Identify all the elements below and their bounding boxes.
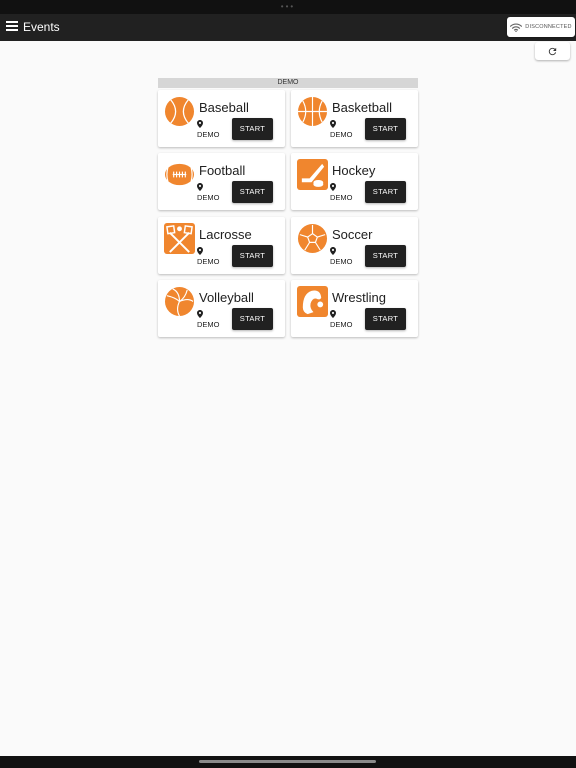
event-card-lacrosse[interactable]: Lacrosse DEMO START bbox=[158, 217, 285, 274]
event-name: Soccer bbox=[332, 227, 373, 242]
connection-status-label: DISCONNECTED bbox=[525, 24, 572, 30]
menu-icon[interactable] bbox=[6, 21, 18, 31]
lacrosse-icon bbox=[164, 223, 195, 254]
event-location: DEMO bbox=[197, 130, 220, 139]
football-icon bbox=[164, 163, 195, 186]
soccer-icon bbox=[297, 223, 328, 254]
event-location: DEMO bbox=[197, 257, 220, 266]
location-pin-icon bbox=[330, 183, 336, 191]
group-header: DEMO bbox=[158, 78, 418, 88]
start-button[interactable]: START bbox=[365, 245, 406, 267]
event-location: DEMO bbox=[330, 257, 353, 266]
start-button[interactable]: START bbox=[232, 245, 273, 267]
start-button[interactable]: START bbox=[365, 181, 406, 203]
event-location: DEMO bbox=[197, 193, 220, 202]
wifi-icon bbox=[510, 22, 523, 32]
home-indicator-bar bbox=[0, 756, 576, 768]
start-button[interactable]: START bbox=[232, 181, 273, 203]
event-name: Football bbox=[199, 163, 246, 178]
location-pin-icon bbox=[197, 120, 203, 128]
event-location: DEMO bbox=[330, 320, 353, 329]
event-card-football[interactable]: Football DEMO START bbox=[158, 153, 285, 210]
event-card-hockey[interactable]: Hockey DEMO START bbox=[291, 153, 418, 210]
home-indicator[interactable] bbox=[199, 760, 376, 763]
refresh-button[interactable] bbox=[535, 42, 570, 60]
refresh-icon bbox=[548, 47, 557, 55]
event-card-volleyball[interactable]: Volleyball DEMO START bbox=[158, 280, 285, 337]
event-card-wrestling[interactable]: Wrestling DEMO START bbox=[291, 280, 418, 337]
location-pin-icon bbox=[197, 183, 203, 191]
start-button[interactable]: START bbox=[365, 308, 406, 330]
event-name: Baseball bbox=[199, 100, 249, 115]
location-pin-icon bbox=[330, 247, 336, 255]
volleyball-icon bbox=[164, 286, 195, 317]
event-name: Volleyball bbox=[199, 290, 254, 305]
start-button[interactable]: START bbox=[232, 308, 273, 330]
app-bar: Events bbox=[0, 14, 576, 41]
status-dots: ••• bbox=[280, 2, 296, 11]
device-status-bar: ••• bbox=[0, 0, 576, 14]
event-name: Lacrosse bbox=[199, 227, 252, 242]
basketball-icon bbox=[297, 96, 328, 127]
event-name: Wrestling bbox=[332, 290, 386, 305]
page-title: Events bbox=[23, 20, 60, 34]
start-button[interactable]: START bbox=[365, 118, 406, 140]
baseball-icon bbox=[164, 96, 195, 127]
hockey-icon bbox=[297, 159, 328, 190]
event-name: Basketball bbox=[332, 100, 392, 115]
event-card-baseball[interactable]: Baseball DEMO START bbox=[158, 90, 285, 147]
start-button[interactable]: START bbox=[232, 118, 273, 140]
connection-status-button[interactable]: DISCONNECTED bbox=[507, 17, 575, 37]
location-pin-icon bbox=[330, 310, 336, 318]
event-name: Hockey bbox=[332, 163, 376, 178]
event-card-basketball[interactable]: Basketball DEMO START bbox=[291, 90, 418, 147]
event-location: DEMO bbox=[197, 320, 220, 329]
location-pin-icon bbox=[197, 247, 203, 255]
event-location: DEMO bbox=[330, 130, 353, 139]
event-card-soccer[interactable]: Soccer DEMO START bbox=[291, 217, 418, 274]
event-location: DEMO bbox=[330, 193, 353, 202]
wrestling-icon bbox=[297, 286, 328, 317]
location-pin-icon bbox=[330, 120, 336, 128]
location-pin-icon bbox=[197, 310, 203, 318]
